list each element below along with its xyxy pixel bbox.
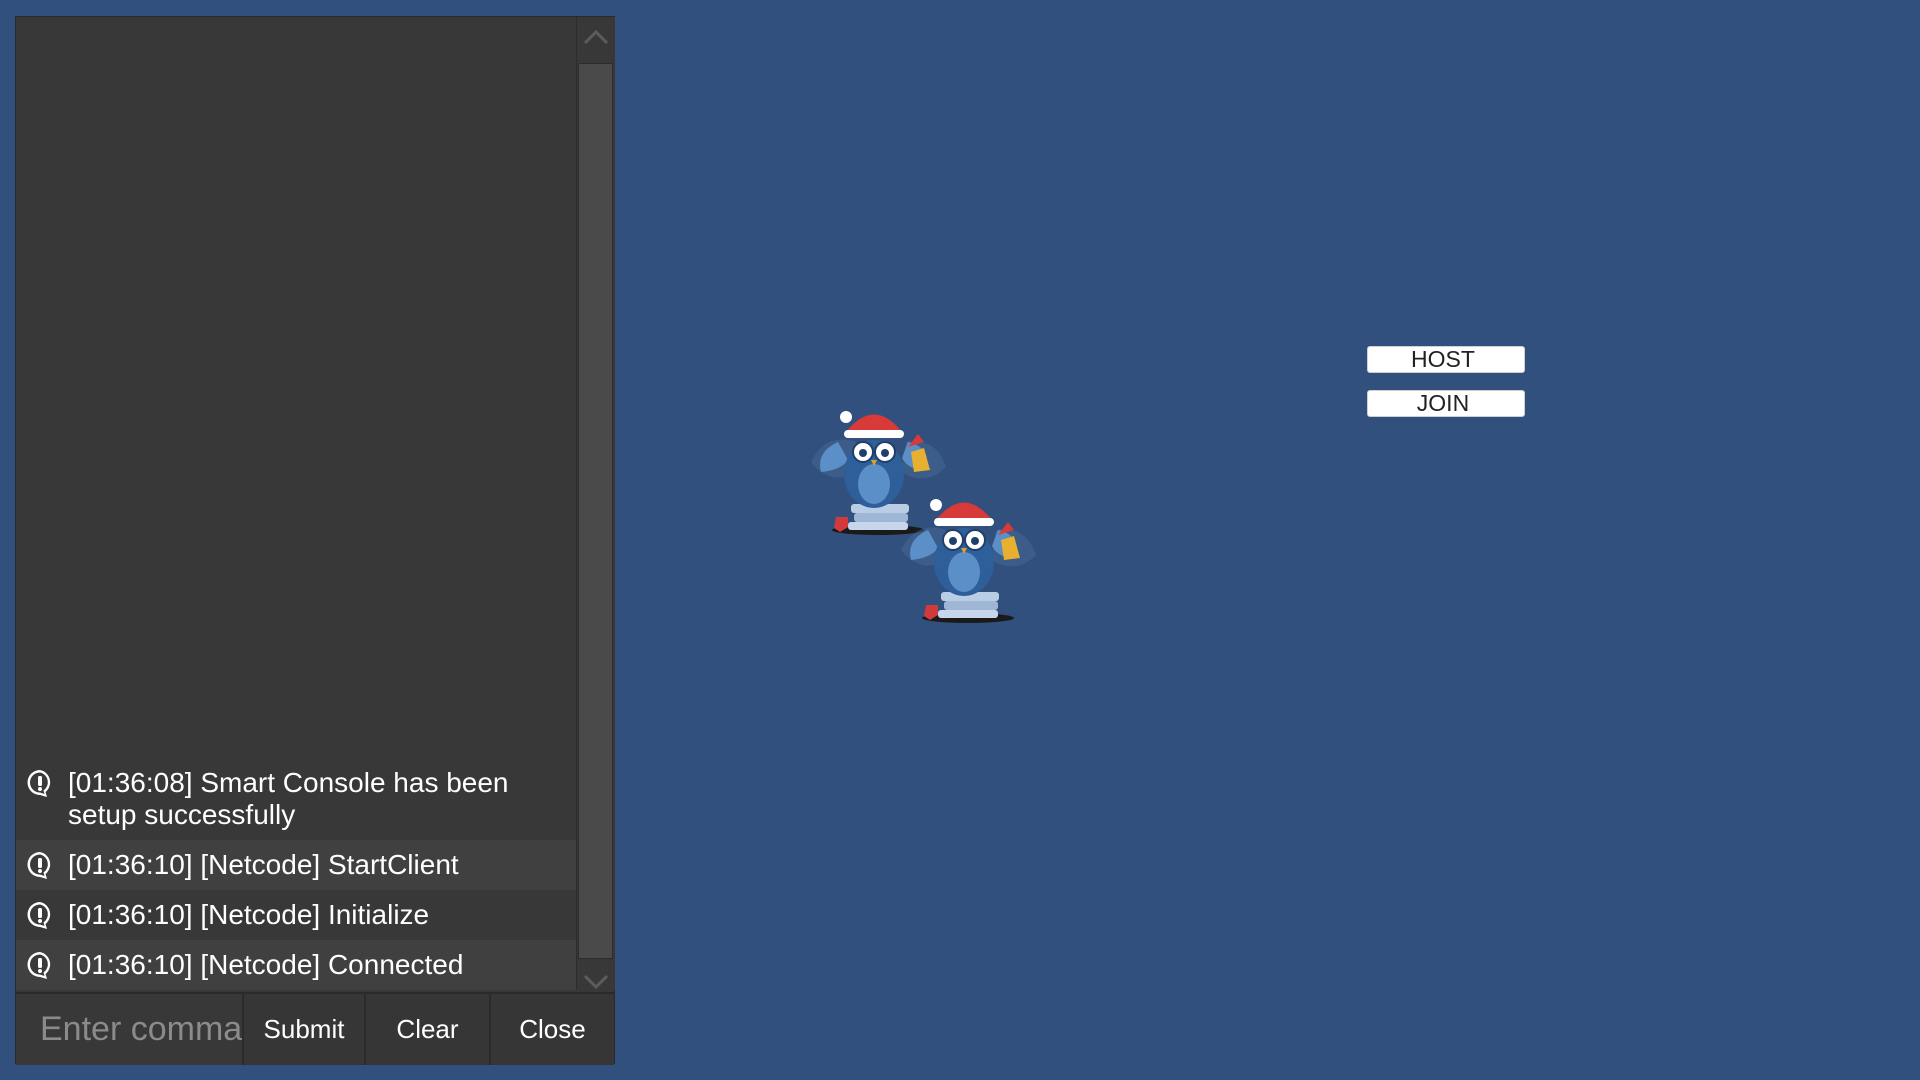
info-bubble-icon	[27, 852, 51, 879]
submit-button[interactable]: Submit	[242, 994, 364, 1065]
smart-console-panel: [01:36:08] Smart Console has been setup …	[15, 16, 615, 1065]
console-input-bar: Submit Clear Close	[16, 992, 614, 1065]
log-entry: [01:36:10] [Netcode] Connected	[16, 940, 576, 990]
log-entry-text: [01:36:10] [Netcode] Connected	[68, 949, 464, 980]
info-bubble-icon	[27, 902, 51, 929]
command-input[interactable]	[16, 994, 242, 1065]
scrollbar-track[interactable]	[578, 63, 613, 959]
log-entry-text: [01:36:10] [Netcode] Initialize	[68, 899, 430, 930]
log-entry: [01:36:08] Smart Console has been setup …	[16, 758, 576, 840]
log-entry-text: [01:36:08] Smart Console has been setup …	[68, 767, 509, 830]
owl-santa-hat-icon	[901, 499, 1036, 623]
console-log-area[interactable]: [01:36:08] Smart Console has been setup …	[16, 17, 576, 990]
clear-button[interactable]: Clear	[364, 994, 489, 1065]
log-entry-text: [01:36:10] [Netcode] StartClient	[68, 849, 459, 880]
scroll-up-arrow-icon[interactable]	[577, 17, 615, 57]
log-entry: [01:36:10] [Netcode] Initialize	[16, 890, 576, 940]
console-log-list: [01:36:08] Smart Console has been setup …	[16, 758, 576, 990]
info-bubble-icon	[27, 770, 51, 797]
host-button[interactable]: HOST	[1367, 346, 1525, 373]
join-button[interactable]: JOIN	[1367, 390, 1525, 417]
info-bubble-icon	[27, 952, 51, 979]
console-scrollbar[interactable]	[576, 17, 615, 990]
log-entry: [01:36:10] [Netcode] StartClient	[16, 840, 576, 890]
close-button[interactable]: Close	[489, 994, 614, 1065]
game-scene: [01:36:08] Smart Console has been setup …	[0, 0, 1920, 1080]
